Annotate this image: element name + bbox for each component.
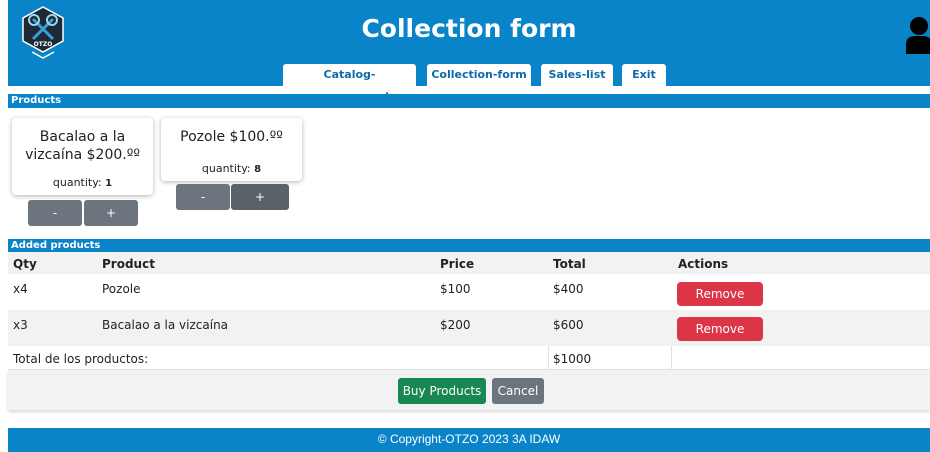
table-row: x4 Pozole $100 $400 Remove	[8, 274, 930, 310]
row-qty: x3	[13, 318, 28, 332]
nav-catalog-management[interactable]: Catalog-management	[283, 64, 416, 103]
total-value: $1000	[553, 352, 592, 366]
column-divider	[671, 346, 672, 370]
column-header-price: Price	[440, 257, 475, 271]
total-label: Total de los productos:	[13, 352, 149, 366]
nav-sales-list[interactable]: Sales-list	[541, 64, 613, 86]
decrement-button[interactable]: -	[28, 200, 82, 226]
user-icon[interactable]	[904, 16, 930, 54]
quantity-label: quantity:	[52, 176, 102, 189]
buy-products-button[interactable]: Buy Products	[398, 378, 486, 404]
decrement-button[interactable]: -	[176, 184, 230, 210]
column-divider	[548, 346, 549, 370]
added-products-section-title: Added products	[8, 239, 930, 252]
column-header-product: Product	[102, 257, 155, 271]
row-product: Bacalao a la vizcaína	[102, 318, 229, 332]
page-root: OTZO Collection form Catalog-management …	[0, 0, 930, 452]
row-total: $600	[553, 318, 584, 332]
column-header-total: Total	[553, 257, 586, 271]
app-header: OTZO Collection form Catalog-management …	[8, 0, 930, 103]
remove-button[interactable]: Remove	[677, 282, 763, 306]
quantity-value: 1	[105, 178, 113, 189]
quantity-label: quantity:	[201, 162, 251, 175]
quantity-line: quantity: 8	[161, 162, 302, 175]
row-price: $200	[440, 318, 471, 332]
cancel-button[interactable]: Cancel	[492, 378, 544, 404]
row-total: $400	[553, 282, 584, 296]
nav-exit[interactable]: Exit	[622, 64, 666, 86]
row-price: $100	[440, 282, 471, 296]
table-total-row: Total de los productos: $1000	[8, 346, 930, 370]
increment-button[interactable]: +	[231, 184, 289, 210]
quantity-value: 8	[254, 164, 262, 175]
quantity-line: quantity: 1	[12, 176, 153, 189]
product-card-bacalao: Bacalao a la vizcaína $200.ºº quantity: …	[12, 118, 153, 195]
column-header-qty: Qty	[13, 257, 37, 271]
product-name: Pozole $100.ºº	[180, 129, 283, 145]
table-row: x3 Bacalao a la vizcaína $200 $600 Remov…	[8, 310, 930, 346]
page-title: Collection form	[361, 14, 577, 43]
copyright-footer: © Copyright-OTZO 2023 3A IDAW	[8, 428, 930, 452]
row-product: Pozole	[102, 282, 141, 296]
product-card-pozole: Pozole $100.ºº quantity: 8	[161, 118, 302, 181]
form-actions: Buy Products Cancel	[8, 370, 930, 410]
row-qty: x4	[13, 282, 28, 296]
remove-button[interactable]: Remove	[677, 317, 763, 341]
product-name: Bacalao a la vizcaína $200.ºº	[25, 129, 140, 163]
increment-button[interactable]: +	[84, 200, 138, 226]
products-section-title: Products	[8, 94, 930, 108]
main-nav: Catalog-management Collection-form Sales…	[8, 64, 930, 103]
nav-collection-form[interactable]: Collection-form	[427, 64, 531, 86]
column-header-actions: Actions	[678, 257, 729, 271]
table-header-row: Qty Product Price Total Actions	[8, 252, 930, 274]
